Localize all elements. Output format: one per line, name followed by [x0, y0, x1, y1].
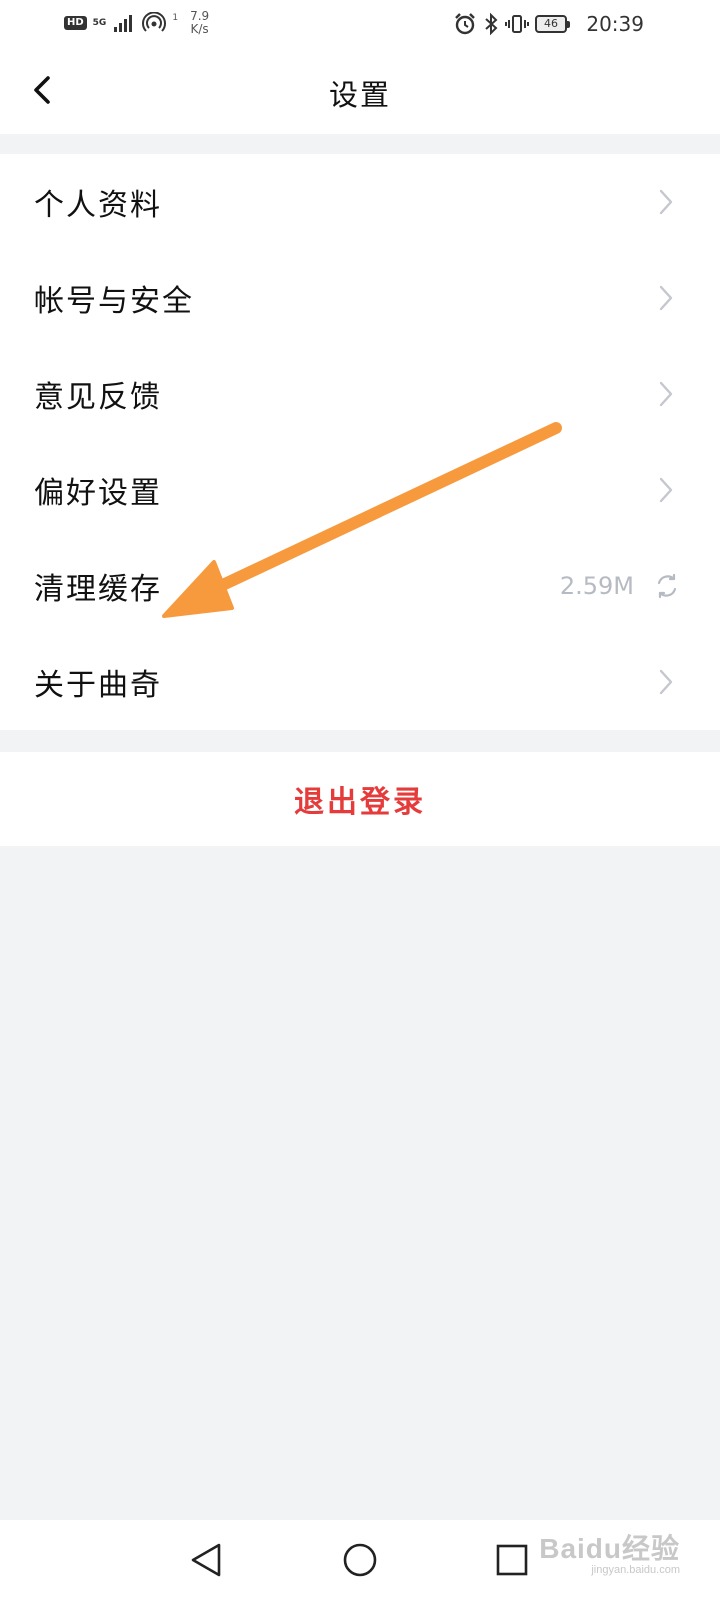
network-indicator: 5G — [92, 17, 107, 28]
menu-item-label: 帐号与安全 — [34, 284, 194, 319]
logout-label: 退出登录 — [294, 785, 426, 820]
net-speed: 7.9 K/s — [190, 10, 209, 36]
circle-home-icon — [343, 1543, 377, 1577]
cache-size: 2.59M — [559, 572, 634, 600]
hd-badge: HD — [64, 16, 87, 30]
triangle-back-icon — [191, 1543, 221, 1577]
signal-icon — [114, 15, 133, 32]
nav-home-button[interactable] — [338, 1538, 382, 1582]
menu-item-feedback[interactable]: 意见反馈 — [0, 346, 720, 442]
menu-item-account-security[interactable]: 帐号与安全 — [0, 250, 720, 346]
alarm-icon — [455, 13, 475, 35]
menu-item-about[interactable]: 关于曲奇 — [0, 634, 720, 730]
status-bar: HD 5G 1 7.9 K/s 46 20:39 — [0, 0, 720, 48]
menu-item-clear-cache[interactable]: 清理缓存 2.59M — [0, 538, 720, 634]
hotspot-icon — [142, 12, 167, 32]
battery-icon: 46 — [535, 15, 570, 33]
refresh-icon — [652, 571, 682, 601]
nav-recents-button[interactable] — [490, 1538, 534, 1582]
menu-item-profile[interactable]: 个人资料 — [0, 154, 720, 250]
menu-item-label: 关于曲奇 — [34, 668, 162, 703]
page-title: 设置 — [328, 78, 391, 112]
menu-item-label: 个人资料 — [34, 188, 162, 223]
net-speed-value: 7.9 — [190, 9, 210, 23]
menu-item-preferences[interactable]: 偏好设置 — [0, 442, 720, 538]
chevron-right-icon — [652, 188, 680, 216]
settings-menu: 个人资料 帐号与安全 意见反馈 偏好设置 清理缓存 2.59M 关于曲奇 — [0, 154, 720, 730]
battery-level: 46 — [535, 15, 567, 33]
menu-item-label: 意见反馈 — [34, 380, 162, 415]
chevron-right-icon — [652, 380, 680, 408]
menu-item-label: 清理缓存 — [34, 572, 162, 607]
nav-back-button[interactable] — [184, 1538, 228, 1582]
status-left: HD 5G 1 7.9 K/s — [64, 10, 209, 36]
top-nav-bar: 设置 — [0, 48, 720, 134]
hotspot-count: 1 — [172, 12, 179, 23]
clock: 20:39 — [586, 12, 644, 36]
vibrate-icon — [505, 15, 529, 33]
chevron-right-icon — [652, 476, 680, 504]
bluetooth-icon — [485, 12, 498, 36]
chevron-right-icon — [652, 284, 680, 312]
net-speed-unit: K/s — [190, 22, 209, 36]
watermark-sub: jingyan.baidu.com — [591, 1564, 680, 1576]
status-right: 46 — [453, 12, 570, 36]
menu-item-label: 偏好设置 — [34, 476, 162, 511]
baidu-watermark: Baidu经验 jingyan.baidu.com — [539, 1533, 680, 1577]
chevron-right-icon — [652, 668, 680, 696]
network-type: 5G — [92, 17, 107, 28]
logout-button[interactable]: 退出登录 — [0, 752, 720, 846]
watermark-main: Baidu经验 — [539, 1533, 680, 1564]
square-recents-icon — [496, 1544, 528, 1576]
